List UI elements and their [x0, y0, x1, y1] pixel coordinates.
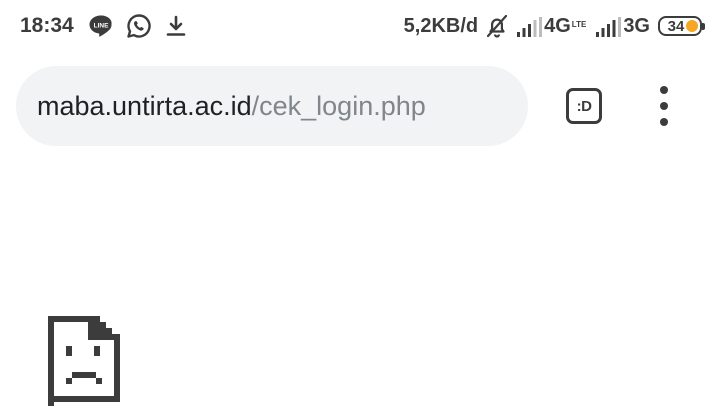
battery-cap [702, 23, 705, 30]
tab-switcher-button[interactable]: :D [566, 88, 602, 124]
menu-dot [660, 102, 668, 110]
svg-text:LINE: LINE [93, 22, 108, 29]
network-speed: 5,2KB/d [403, 14, 479, 37]
browser-toolbar: maba.untirta.ac.id/cek_login.php :D [0, 66, 720, 146]
tab-count: :D [576, 97, 592, 115]
sim1-network-type: 4G [544, 14, 571, 37]
url-path: /cek_login.php [251, 90, 426, 121]
overflow-menu-button[interactable] [648, 86, 680, 126]
sad-page-error-icon [48, 316, 120, 406]
status-bar-right: 5,2KB/d 4G LTE 3G 34 [403, 8, 705, 44]
sim2-network-type: 3G [623, 14, 650, 37]
battery-icon: 34 [658, 16, 705, 36]
signal-bars-icon [595, 16, 622, 38]
url-text[interactable]: maba.untirta.ac.id/cek_login.php [37, 91, 426, 122]
signal-bars-icon [516, 16, 543, 38]
status-bar-left: 18:34 LINE [20, 8, 188, 44]
menu-dot [660, 86, 668, 94]
status-bar: 18:34 LINE 5,2KB/d 4G LTE 3G 34 [0, 0, 720, 50]
battery-fill [686, 20, 698, 32]
line-icon: LINE [88, 14, 114, 38]
download-icon [164, 14, 188, 38]
sim1-signal: 4G LTE [516, 15, 589, 38]
sim2-signal: 3G [595, 15, 650, 38]
bell-muted-icon [484, 13, 510, 39]
menu-dot [660, 118, 668, 126]
address-bar[interactable]: maba.untirta.ac.id/cek_login.php [16, 66, 528, 146]
sim1-network-subtype: LTE [571, 19, 587, 29]
whatsapp-icon [126, 13, 152, 39]
status-time: 18:34 [20, 14, 74, 37]
url-host: maba.untirta.ac.id [37, 90, 252, 121]
battery-percent: 34 [667, 17, 685, 35]
